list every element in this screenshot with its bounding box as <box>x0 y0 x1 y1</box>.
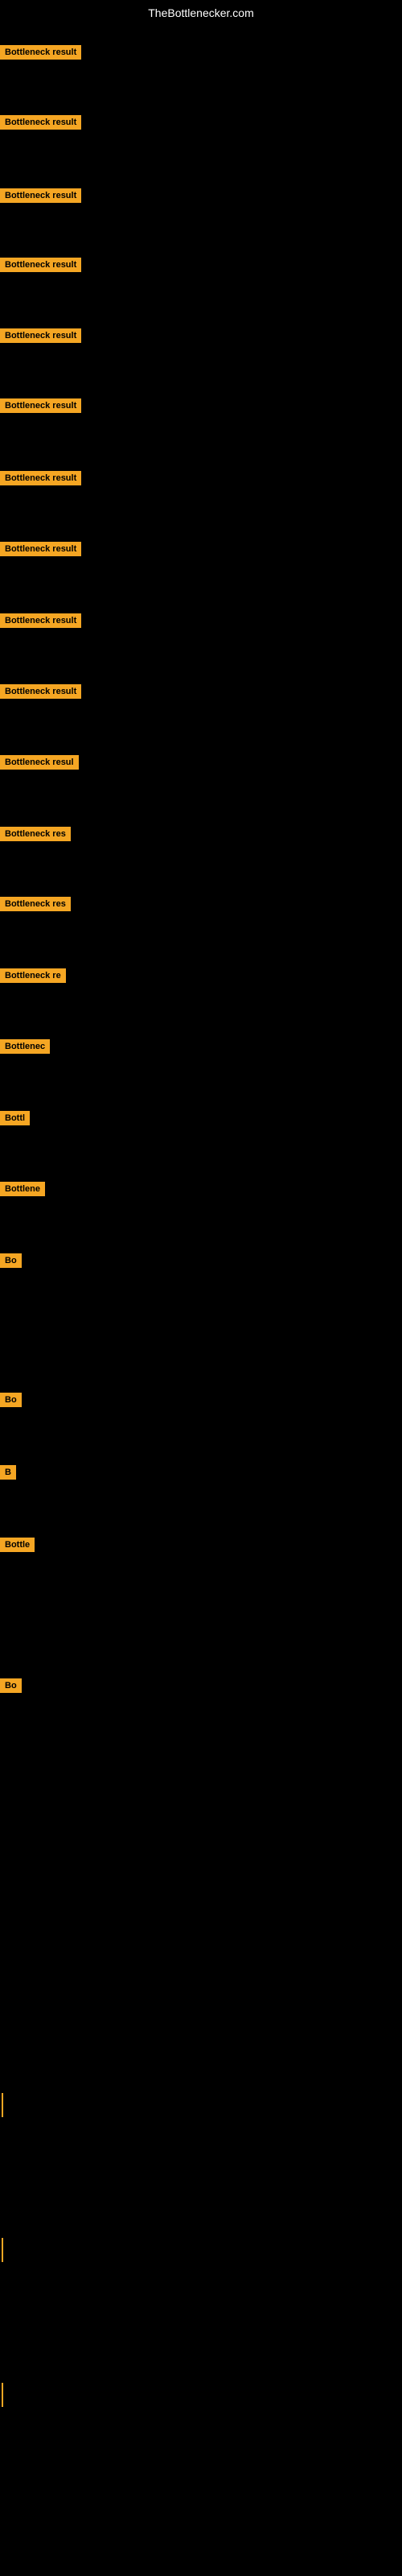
bottleneck-badge[interactable]: Bottleneck result <box>0 398 81 413</box>
bottleneck-badge-container: Bottlenec <box>0 1039 50 1058</box>
bottleneck-badge-container: Bottle <box>0 1538 35 1556</box>
bottleneck-badge[interactable]: Bottlene <box>0 1182 45 1196</box>
bottleneck-badge-container: Bottleneck resul <box>0 755 79 774</box>
bottleneck-badge-container: Bottleneck result <box>0 258 81 276</box>
bottleneck-badge[interactable]: Bottleneck result <box>0 188 81 203</box>
bottleneck-badge-container: Bottleneck result <box>0 45 81 64</box>
bottleneck-badge[interactable]: Bo <box>0 1393 22 1407</box>
site-title-text: TheBottlenecker.com <box>148 6 254 19</box>
bottleneck-badge-container: B <box>0 1465 16 1484</box>
bottleneck-badge[interactable]: Bottleneck result <box>0 613 81 628</box>
bottleneck-badge-container: Bottleneck result <box>0 115 81 134</box>
bottleneck-badge[interactable]: Bottleneck res <box>0 827 71 841</box>
bottleneck-badge-container: Bo <box>0 1253 22 1272</box>
bottleneck-badge-container: Bo <box>0 1393 22 1411</box>
bottleneck-badge[interactable]: Bottleneck result <box>0 328 81 343</box>
bottleneck-badge-container: Bottleneck result <box>0 398 81 417</box>
vertical-line-indicator <box>2 2238 3 2262</box>
bottleneck-badge[interactable]: Bottleneck resul <box>0 755 79 770</box>
bottleneck-badge-container: Bottleneck result <box>0 684 81 703</box>
bottleneck-badge-container: Bottleneck result <box>0 328 81 347</box>
bottleneck-badge[interactable]: Bottleneck result <box>0 258 81 272</box>
bottleneck-badge[interactable]: Bottleneck result <box>0 115 81 130</box>
bottleneck-badge-container: Bo <box>0 1678 22 1697</box>
bottleneck-badge-container: Bottleneck result <box>0 542 81 560</box>
bottleneck-badge[interactable]: Bo <box>0 1253 22 1268</box>
bottleneck-badge[interactable]: Bottl <box>0 1111 30 1125</box>
bottleneck-badge-container: Bottleneck result <box>0 613 81 632</box>
bottleneck-badge[interactable]: Bottleneck result <box>0 45 81 60</box>
bottleneck-badge[interactable]: B <box>0 1465 16 1480</box>
bottleneck-badge[interactable]: Bottle <box>0 1538 35 1552</box>
bottleneck-badge-container: Bottlene <box>0 1182 45 1200</box>
bottleneck-badge-container: Bottleneck result <box>0 188 81 207</box>
bottleneck-badge[interactable]: Bottleneck re <box>0 968 66 983</box>
vertical-line-indicator <box>2 2383 3 2407</box>
bottleneck-badge-container: Bottl <box>0 1111 30 1129</box>
bottleneck-badge[interactable]: Bottlenec <box>0 1039 50 1054</box>
bottleneck-badge[interactable]: Bottleneck res <box>0 897 71 911</box>
bottleneck-badge-container: Bottleneck res <box>0 897 71 915</box>
bottleneck-badge[interactable]: Bottleneck result <box>0 471 81 485</box>
bottleneck-badge-container: Bottleneck res <box>0 827 71 845</box>
bottleneck-badge-container: Bottleneck re <box>0 968 66 987</box>
bottleneck-badge[interactable]: Bottleneck result <box>0 542 81 556</box>
vertical-line-indicator <box>2 2093 3 2117</box>
bottleneck-badge[interactable]: Bottleneck result <box>0 684 81 699</box>
bottleneck-badge[interactable]: Bo <box>0 1678 22 1693</box>
bottleneck-badge-container: Bottleneck result <box>0 471 81 489</box>
site-title: TheBottlenecker.com <box>0 0 402 23</box>
